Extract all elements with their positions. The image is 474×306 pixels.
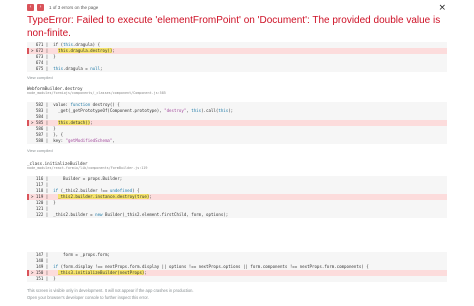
code-token: this <box>191 108 202 113</box>
code-line: 151 | } <box>27 276 447 282</box>
footer-console-hint: Open your browser's developer console to… <box>27 295 149 300</box>
close-button[interactable]: × <box>438 4 446 13</box>
chevron-right-icon: › <box>39 4 42 10</box>
line-gutter: 582 | <box>31 102 49 107</box>
code-token: ; <box>144 270 147 275</box>
code-token: ; <box>90 120 93 125</box>
line-gutter: 116 | <box>31 176 49 181</box>
code-token: ; <box>100 66 103 71</box>
code-token: destroy() { <box>90 102 120 107</box>
error-title: TypeError: Failed to execute 'elementFro… <box>27 15 441 39</box>
line-gutter: 584 | <box>31 114 49 119</box>
line-gutter: 586 | <box>31 126 49 131</box>
code-token: value: <box>48 102 71 107</box>
error-counter: 1 of 3 errors on the page <box>49 5 99 10</box>
line-gutter: 147 | <box>31 252 49 257</box>
close-icon: × <box>438 3 446 13</box>
line-gutter: 675 | <box>31 66 49 71</box>
code-token: "destroy" <box>164 108 187 113</box>
code-token: } <box>48 54 56 59</box>
code-token: .dragula = <box>63 66 91 71</box>
code-token: }, { <box>48 132 64 137</box>
code-block: 147 | form = _props.form; 148 | 149 | if… <box>27 252 447 282</box>
line-gutter: > 672 | <box>31 48 49 53</box>
line-gutter: > 585 | <box>31 120 49 125</box>
code-token: (form.display !== nextProps.form.display… <box>58 264 369 269</box>
line-gutter: 120 | <box>31 200 49 205</box>
code-line: 675 | this.dragula = null; <box>27 66 447 72</box>
code-token: ) { <box>132 188 140 193</box>
code-token: ; <box>149 194 152 199</box>
code-token: Builder = props.Builder; <box>48 176 123 181</box>
code-token: this <box>218 108 229 113</box>
code-token: this <box>53 66 64 71</box>
code-token: ).call( <box>201 108 219 113</box>
code-token: _get(_getPrototypeOf(Component.prototype… <box>48 108 165 113</box>
line-gutter: 583 | <box>31 108 49 113</box>
stack-frame: WebformBuilder.destroy node_modules/form… <box>27 86 166 96</box>
code-token: "getModifiedSchema" <box>65 138 113 143</box>
line-gutter: > 119 | <box>31 194 49 199</box>
code-token: } <box>48 200 56 205</box>
code-token: , <box>112 138 115 143</box>
code-line: 122 | _this2.builder = new Builder(_this… <box>27 212 447 218</box>
line-gutter: 588 | <box>31 138 49 143</box>
code-token: (_this2.builder !== <box>58 188 110 193</box>
line-gutter: 122 | <box>31 212 49 217</box>
view-compiled-link[interactable]: View compiled <box>27 148 53 153</box>
code-token: .dragula) { <box>72 42 101 47</box>
code-token: this.detach() <box>58 120 91 125</box>
error-navigation: ‹ › 1 of 3 errors on the page <box>27 3 98 12</box>
code-token: if ( <box>48 42 64 47</box>
line-gutter: 674 | <box>31 60 49 65</box>
code-token: key: <box>48 138 66 143</box>
footer-dev-notice: This screen is visible only in developme… <box>27 288 194 293</box>
code-token: ; <box>112 48 115 53</box>
line-gutter: 587 | <box>31 132 49 137</box>
line-gutter: 149 | <box>31 264 49 269</box>
code-token: _this3.initializeBuilder(nextProps) <box>58 270 145 275</box>
code-block: 582 | value: function destroy() { 583 | … <box>27 102 447 144</box>
code-block: 671 | if (this.dragula) {> 672 | this.dr… <box>27 42 447 72</box>
chevron-left-icon: ‹ <box>29 4 32 10</box>
code-token: form = _props.form; <box>48 252 110 257</box>
code-token: _this2.builder = <box>48 212 96 217</box>
line-gutter: > 150 | <box>31 270 49 275</box>
code-token: new <box>95 212 103 217</box>
frame-file-path: node_modules/formiojs/components/_classe… <box>27 91 166 95</box>
code-token: Builder(_this2.element.firstChild, form,… <box>102 212 229 217</box>
code-token: _this2.builder.instance.destroy(true) <box>58 194 150 199</box>
code-token: undefined <box>109 188 133 193</box>
line-gutter: 117 | <box>31 182 49 187</box>
line-gutter: 151 | <box>31 276 49 281</box>
code-token: this.dragula.destroy() <box>58 48 113 53</box>
frame-file-path: node_modules/react-formio/lib/components… <box>27 166 148 170</box>
stack-frame: _class.initializeBuilder node_modules/re… <box>27 161 147 171</box>
code-token: ); <box>228 108 234 113</box>
next-error-button[interactable]: › <box>37 4 44 11</box>
line-gutter: 121 | <box>31 206 49 211</box>
line-gutter: 148 | <box>31 258 49 263</box>
code-block: 116 | Builder = props.Builder; 117 | 118… <box>27 176 447 218</box>
code-line: 588 | key: "getModifiedSchema", <box>27 138 447 144</box>
view-compiled-link[interactable]: View compiled <box>27 75 53 80</box>
line-gutter: 671 | <box>31 42 49 47</box>
code-token: null <box>90 66 101 71</box>
previous-error-button[interactable]: ‹ <box>27 4 34 11</box>
code-token: } <box>48 276 56 281</box>
line-gutter: 118 | <box>31 188 49 193</box>
code-token: } <box>48 126 56 131</box>
code-token: function <box>70 102 91 107</box>
code-token: this <box>63 42 73 47</box>
line-gutter: 673 | <box>31 54 49 59</box>
